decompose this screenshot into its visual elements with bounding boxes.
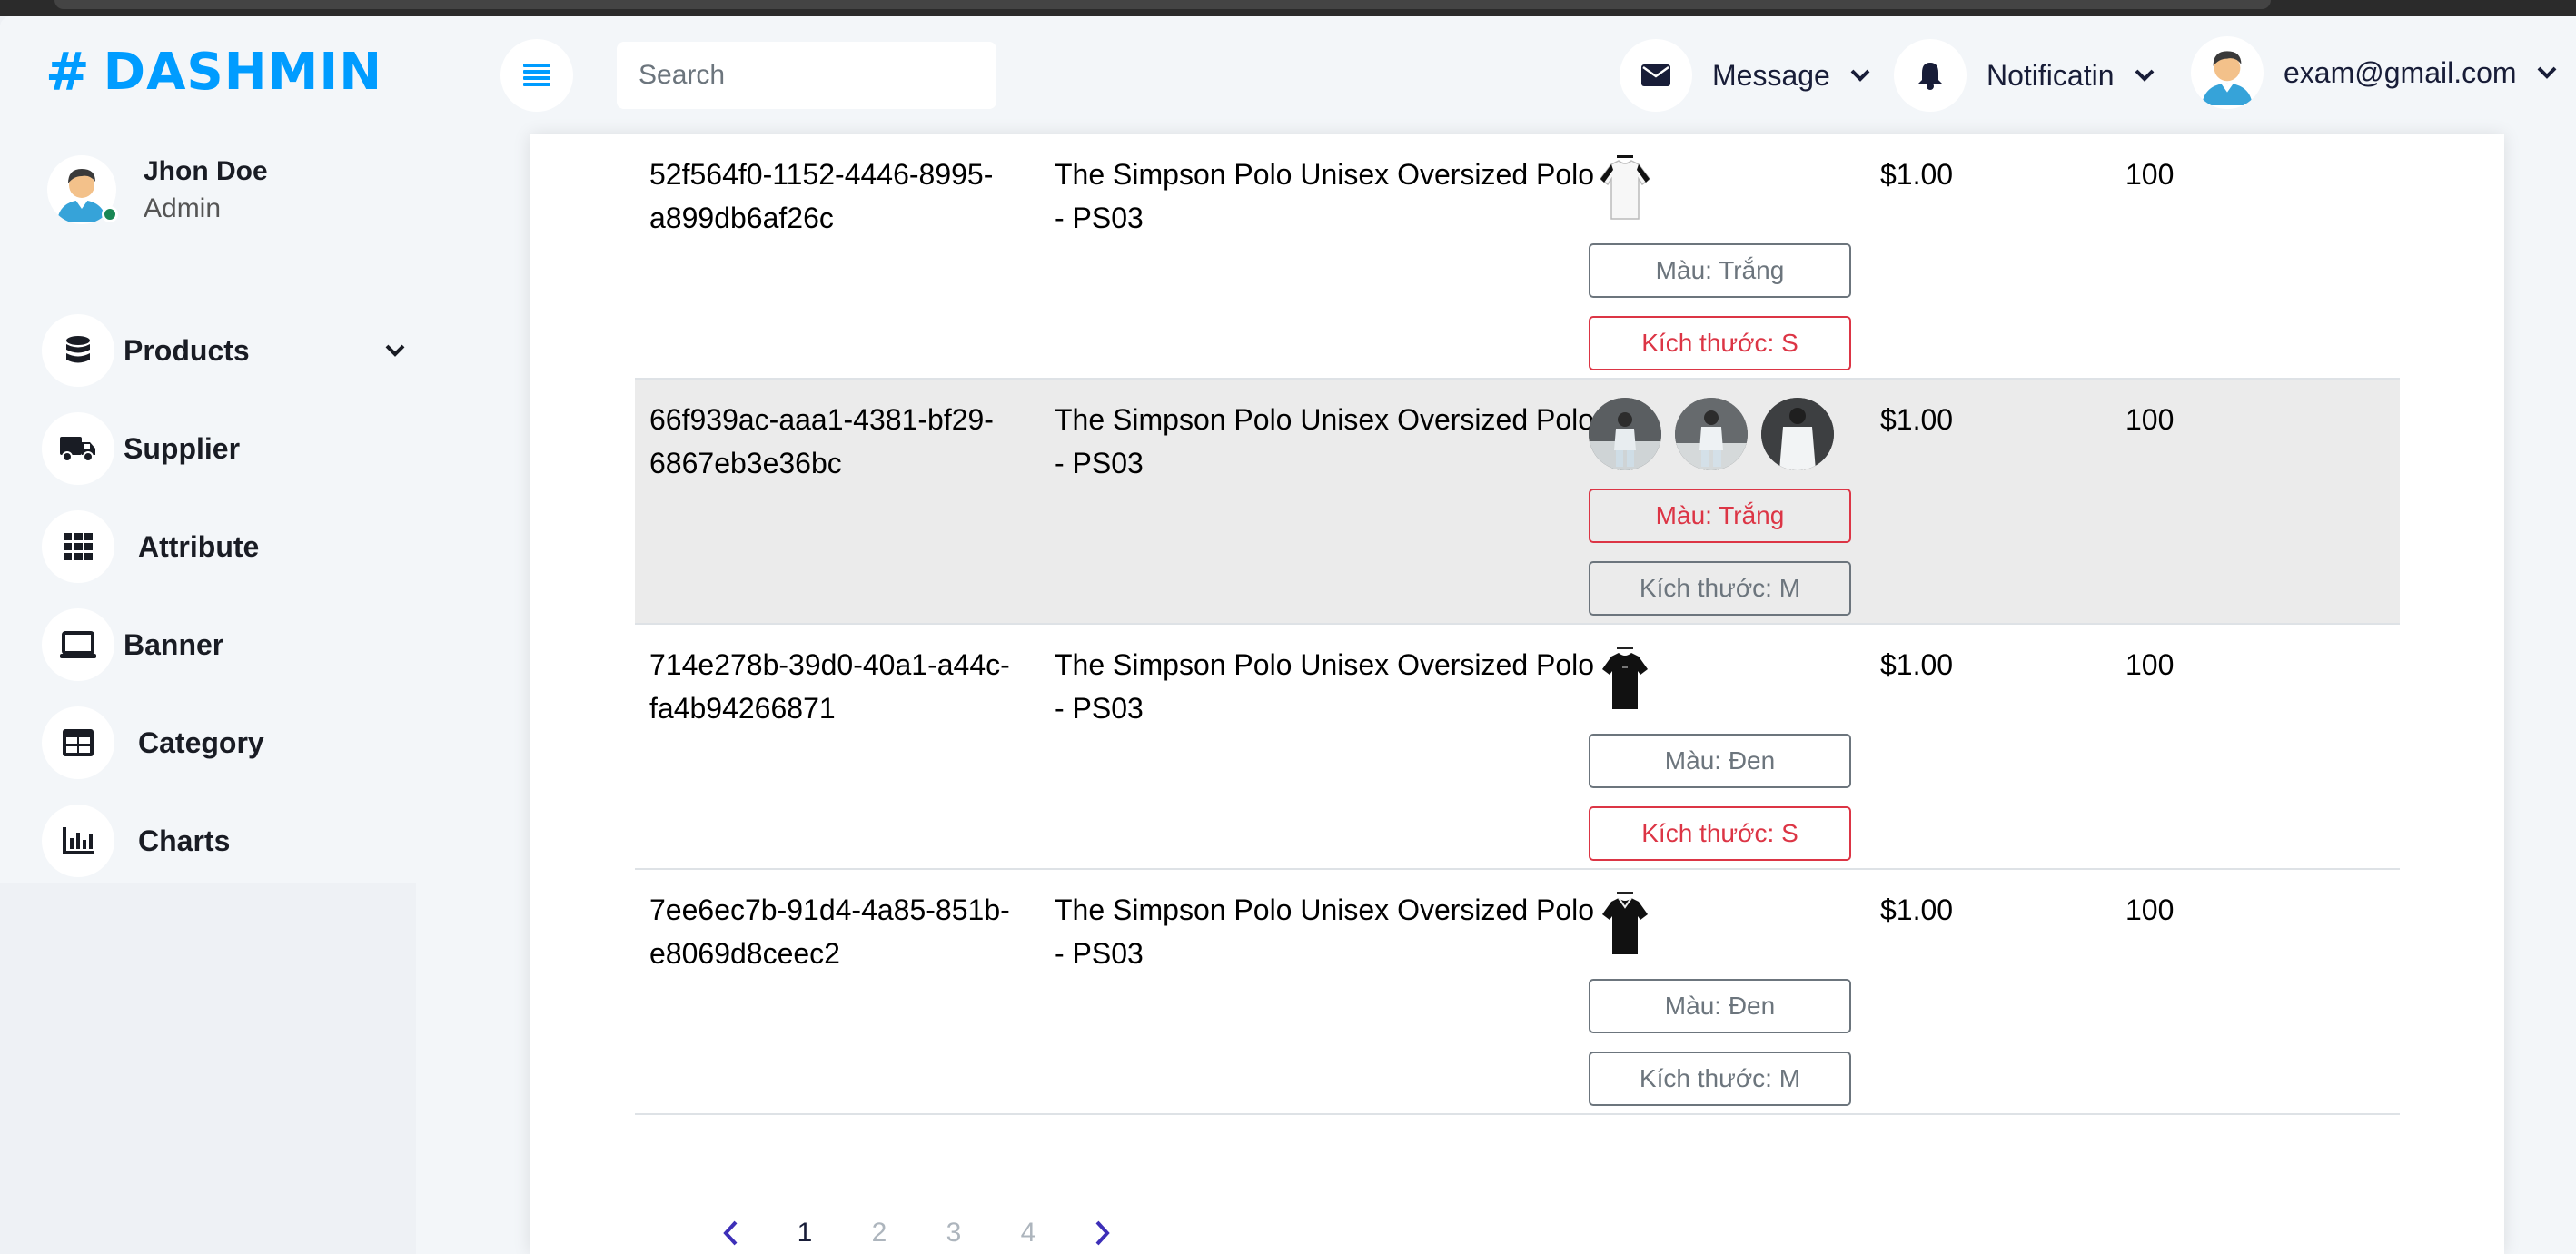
pagination-page-4[interactable]: 4 (991, 1206, 1065, 1254)
sidebar-nav: Products Supplier Attribute Banner Categ… (42, 301, 405, 890)
menu-icon (523, 64, 550, 86)
size-option-button[interactable]: Kích thước: S (1589, 806, 1851, 861)
chevron-down-icon (369, 344, 405, 357)
sidebar-item-label: Charts (138, 824, 231, 857)
search-input[interactable] (617, 42, 996, 109)
color-option-button[interactable]: Màu: Trắng (1589, 489, 1851, 543)
sidebar-item-banner[interactable]: Banner (42, 596, 405, 694)
grid-icon (42, 510, 114, 583)
product-photo-thumbnail[interactable] (1589, 398, 1661, 470)
brand-hash: # (45, 41, 91, 103)
chevron-down-icon (2537, 66, 2556, 79)
black-polo-thumbnail[interactable] (1589, 888, 1661, 961)
pagination-page-2[interactable]: 2 (842, 1206, 916, 1254)
pagination-next-button[interactable] (1065, 1206, 1140, 1254)
variant-price: $1.00 (1880, 158, 1954, 191)
sidebar-item-category[interactable]: Category (42, 694, 405, 792)
variant-quantity: 100 (2125, 648, 2175, 681)
black-polo-thumbnail[interactable] (1589, 643, 1661, 716)
message-label: Message (1712, 58, 1830, 92)
color-option-button[interactable]: Màu: Trắng (1589, 243, 1851, 298)
sidebar-item-attribute[interactable]: Attribute (42, 498, 405, 596)
variant-quantity: 100 (2125, 403, 2175, 436)
variant-quantity: 100 (2125, 894, 2175, 926)
laptop-icon (42, 608, 114, 681)
browser-tab-bar (54, 0, 2271, 9)
sidebar-background (0, 883, 416, 1254)
product-name: The Simpson Polo Unisex Oversized Polo -… (1055, 403, 1595, 479)
truck-icon (42, 412, 114, 485)
size-option-button[interactable]: Kích thước: S (1589, 316, 1851, 370)
product-variants-card: 52f564f0-1152-4446-8995-a899db6af26c The… (530, 134, 2504, 1254)
profile: Jhon Doe Admin (47, 153, 268, 227)
browser-top-strip (0, 0, 2576, 16)
variant-options: Màu: Đen Kích thước: M (1589, 888, 1861, 1106)
avatar (2191, 36, 2264, 109)
sidebar-item-label: Products (124, 333, 250, 367)
top-header: Message Notificatin exam@gmail.com (456, 16, 2576, 134)
sidebar-item-charts[interactable]: Charts (42, 792, 405, 890)
pagination-page-1[interactable]: 1 (768, 1206, 842, 1254)
profile-role: Admin (144, 193, 222, 223)
variant-price: $1.00 (1880, 894, 1954, 926)
table-row: 714e278b-39d0-40a1-a44c-fa4b94266871 The… (635, 625, 2400, 870)
brand-name: DASHMIN (103, 42, 383, 102)
notification-dropdown[interactable]: Notificatin (1894, 39, 2155, 112)
variants-table: 52f564f0-1152-4446-8995-a899db6af26c The… (635, 134, 2400, 1115)
app-window: # DASHMIN Jhon Doe Admin Products Suppli… (0, 16, 2576, 1254)
database-icon (42, 314, 114, 387)
variant-options: Màu: Trắng Kích thước: M (1589, 398, 1861, 616)
sidebar-toggle-button[interactable] (500, 39, 573, 112)
table-row: 7ee6ec7b-91d4-4a85-851b-e8069d8ceec2 The… (635, 870, 2400, 1115)
pagination-prev-button[interactable] (693, 1206, 768, 1254)
sidebar: # DASHMIN Jhon Doe Admin Products Suppli… (0, 16, 416, 883)
notification-label: Notificatin (1986, 58, 2115, 92)
chevron-left-icon (723, 1220, 738, 1246)
variant-id: 52f564f0-1152-4446-8995-a899db6af26c (649, 158, 994, 234)
avatar (47, 155, 118, 224)
variant-id: 714e278b-39d0-40a1-a44c-fa4b94266871 (649, 648, 1010, 725)
variant-options: Màu: Đen Kích thước: S (1589, 643, 1861, 861)
product-name: The Simpson Polo Unisex Oversized Polo -… (1055, 648, 1595, 725)
user-dropdown[interactable]: exam@gmail.com (2191, 36, 2557, 109)
user-avatar-icon (2202, 51, 2253, 105)
table-icon (42, 706, 114, 779)
sidebar-item-label: Supplier (124, 431, 241, 465)
product-name: The Simpson Polo Unisex Oversized Polo -… (1055, 158, 1595, 234)
variant-price: $1.00 (1880, 403, 1954, 436)
variant-quantity: 100 (2125, 158, 2175, 191)
sidebar-item-products[interactable]: Products (42, 301, 405, 400)
message-dropdown[interactable]: Message (1620, 39, 1870, 112)
bell-icon (1894, 39, 1967, 112)
chevron-down-icon (1850, 69, 1870, 82)
online-status-dot (102, 206, 118, 222)
sidebar-item-label: Attribute (138, 529, 260, 563)
pagination-page-3[interactable]: 3 (916, 1206, 991, 1254)
table-row: 52f564f0-1152-4446-8995-a899db6af26c The… (635, 134, 2400, 380)
variant-id: 66f939ac-aaa1-4381-bf29-6867eb3e36bc (649, 403, 994, 479)
user-email: exam@gmail.com (2284, 55, 2517, 89)
sidebar-item-supplier[interactable]: Supplier (42, 400, 405, 498)
product-photo-thumbnail[interactable] (1761, 398, 1834, 470)
sidebar-item-label: Banner (124, 627, 224, 661)
chevron-down-icon (2135, 69, 2154, 82)
color-option-button[interactable]: Màu: Đen (1589, 734, 1851, 788)
variant-id: 7ee6ec7b-91d4-4a85-851b-e8069d8ceec2 (649, 894, 1010, 970)
brand-logo[interactable]: # DASHMIN (45, 40, 382, 104)
variant-price: $1.00 (1880, 648, 1954, 681)
size-option-button[interactable]: Kích thước: M (1589, 1052, 1851, 1106)
bar-chart-icon (42, 805, 114, 877)
variant-options: Màu: Trắng Kích thước: S (1589, 153, 1861, 370)
pagination: 1 2 3 4 (693, 1206, 1140, 1254)
envelope-icon (1620, 39, 1692, 112)
color-option-button[interactable]: Màu: Đen (1589, 979, 1851, 1033)
size-option-button[interactable]: Kích thước: M (1589, 561, 1851, 616)
product-photo-thumbnail[interactable] (1675, 398, 1748, 470)
product-name: The Simpson Polo Unisex Oversized Polo -… (1055, 894, 1595, 970)
profile-name: Jhon Doe (144, 156, 268, 186)
white-polo-thumbnail[interactable] (1589, 153, 1661, 225)
chevron-right-icon (1095, 1220, 1110, 1246)
table-row: 66f939ac-aaa1-4381-bf29-6867eb3e36bc The… (635, 380, 2400, 625)
sidebar-item-label: Category (138, 726, 264, 759)
